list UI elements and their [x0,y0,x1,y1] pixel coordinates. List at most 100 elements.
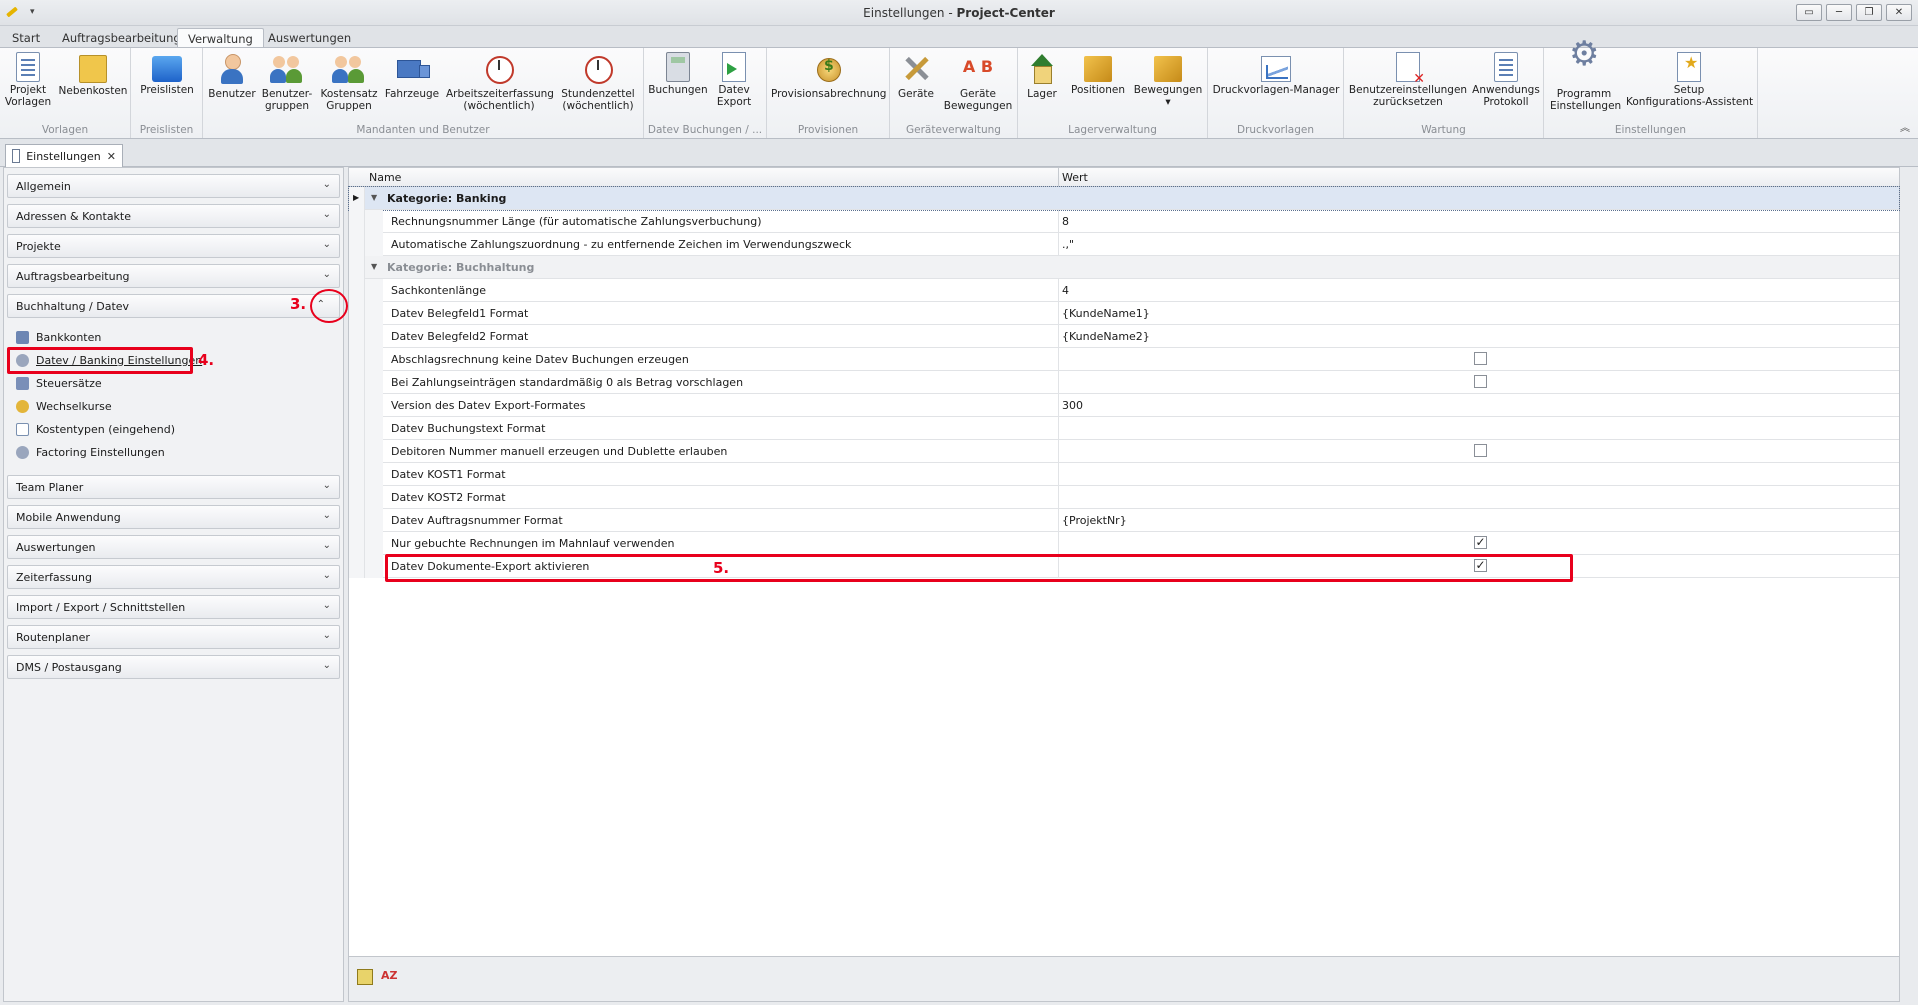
annotation-box-step-5 [385,554,1573,582]
section-allgemein[interactable]: Allgemein ⌄ [7,174,340,198]
anwendungs-protokoll-button[interactable]: Anwendungs Protokoll [1472,52,1540,108]
benutzer-button[interactable]: Benutzer [208,52,256,100]
property-value[interactable]: .," [1062,238,1074,251]
row-gutter [349,371,365,394]
property-value[interactable]: {KundeName2} [1062,330,1150,343]
ribbon-group-label: Mandanten und Benutzer [356,124,490,136]
section-auswertungen[interactable]: Auswertungen ⌄ [7,535,340,559]
close-button[interactable]: ✕ [1886,4,1912,21]
grid-property-row[interactable]: Automatische Zahlungszuordnung - zu entf… [349,233,1899,256]
geraete-button[interactable]: Geräte [894,52,938,100]
section-auftragsbearbeitung[interactable]: Auftragsbearbeitung ⌄ [7,264,340,288]
ribbon: Projekt Vorlagen Nebenkosten Vorlagen Pr… [0,47,1918,139]
tab-auftragsbearbeitung[interactable]: Auftragsbearbeitung [52,28,191,48]
collapse-category-icon[interactable]: ▼ [371,262,377,271]
property-checkbox[interactable]: ✓ [1474,536,1487,549]
alphabetical-sort-icon[interactable]: AZ [381,969,398,985]
grid-property-row[interactable]: Abschlagsrechnung keine Datev Buchungen … [349,348,1899,371]
setup-konfigurations-assistent-button[interactable]: Setup Konfigurations-Assistent [1626,52,1753,108]
property-checkbox[interactable] [1474,444,1487,457]
grid-property-row[interactable]: Nur gebuchte Rechnungen im Mahnlauf verw… [349,532,1899,555]
row-gutter: ▶ [349,187,365,210]
collapse-category-icon[interactable]: ▼ [371,193,377,202]
section-dms-postausgang[interactable]: DMS / Postausgang ⌄ [7,655,340,679]
lager-button[interactable]: Lager [1022,52,1062,100]
positionen-button[interactable]: Positionen [1068,52,1128,96]
section-adressen-kontakte[interactable]: Adressen & Kontakte ⌄ [7,204,340,228]
benutzereinstellungen-zuruecksetzen-button[interactable]: Benutzereinstellungen zurücksetzen [1348,52,1468,108]
grid-property-row[interactable]: Version des Datev Export-Formates 300 [349,394,1899,417]
property-value[interactable]: 8 [1062,215,1069,228]
druckvorlagen-manager-button[interactable]: Druckvorlagen-Manager [1212,52,1340,96]
ribbon-group-label: Druckvorlagen [1237,124,1314,136]
maximize-button[interactable]: ❐ [1856,4,1882,21]
cube-icon [1084,56,1112,82]
grid-category-row[interactable]: ▼ Kategorie: Buchhaltung [349,256,1899,279]
kostensatz-gruppen-button[interactable]: Kostensatz Gruppen [320,52,378,112]
ribbon-group-geraete: Geräte Geräte Bewegungen Geräteverwaltun… [890,48,1018,138]
section-team-planer[interactable]: Team Planer ⌄ [7,475,340,499]
column-separator [1058,233,1059,256]
document-tab-einstellungen[interactable]: Einstellungen ✕ [5,144,123,167]
stundenzettel-button[interactable]: Stundenzettel (wöchentlich) [558,52,638,112]
row-gutter [349,417,365,440]
buchungen-button[interactable]: Buchungen [648,52,708,96]
nav-kostentypen[interactable]: Kostentypen (eingehend) [16,420,175,438]
property-name: Abschlagsrechnung keine Datev Buchungen … [391,353,689,366]
property-name: Rechnungsnummer Länge (für automatische … [391,215,762,228]
restore-icon[interactable]: ▭ [1796,4,1822,21]
tab-verwaltung[interactable]: Verwaltung [177,28,264,48]
bewegungen-button[interactable]: Bewegungen ▾ [1132,52,1204,108]
property-value[interactable]: 300 [1062,399,1083,412]
tab-auswertungen[interactable]: Auswertungen [258,28,361,48]
row-indent [365,509,383,532]
nav-wechselkurse[interactable]: Wechselkurse [16,397,112,415]
categorized-view-icon[interactable] [357,969,373,985]
row-indent [365,440,383,463]
provisionsabrechnung-button[interactable]: Provisionsabrechnung [771,52,886,100]
property-value[interactable]: {ProjektNr} [1062,514,1127,527]
window-title: Einstellungen - Project-Center [863,6,1055,20]
row-gutter [349,555,365,578]
grid-property-row[interactable]: Rechnungsnummer Länge (für automatische … [349,210,1899,233]
tab-start[interactable]: Start [2,28,50,48]
section-projekte[interactable]: Projekte ⌄ [7,234,340,258]
grid-property-row[interactable]: Datev Buchungstext Format [349,417,1899,440]
section-zeiterfassung[interactable]: Zeiterfassung ⌄ [7,565,340,589]
row-gutter [349,348,365,371]
section-routenplaner[interactable]: Routenplaner ⌄ [7,625,340,649]
property-checkbox[interactable] [1474,375,1487,388]
geraete-bewegungen-button[interactable]: Geräte Bewegungen [942,52,1014,112]
grid-property-row[interactable]: Datev Belegfeld2 Format {KundeName2} [349,325,1899,348]
property-checkbox[interactable] [1474,352,1487,365]
grid-property-row[interactable]: Sachkontenlänge 4 [349,279,1899,302]
ribbon-group-druckvorlagen: Druckvorlagen-Manager Druckvorlagen [1208,48,1344,138]
section-import-export[interactable]: Import / Export / Schnittstellen ⌄ [7,595,340,619]
collapse-ribbon-icon[interactable]: ︽ [1900,119,1910,134]
section-mobile-anwendung[interactable]: Mobile Anwendung ⌄ [7,505,340,529]
nebenkosten-button[interactable]: Nebenkosten [58,52,128,97]
grid-property-row[interactable]: Datev KOST1 Format [349,463,1899,486]
grid-property-row[interactable]: Datev Belegfeld1 Format {KundeName1} [349,302,1899,325]
programm-einstellungen-button[interactable]: Programm Einstellungen [1550,48,1621,112]
preislisten-button[interactable]: Preislisten [139,52,195,96]
property-value[interactable]: 4 [1062,284,1069,297]
property-value[interactable]: {KundeName1} [1062,307,1150,320]
fahrzeuge-button[interactable]: Fahrzeuge [384,52,440,100]
minimize-button[interactable]: ─ [1826,4,1852,21]
property-name: Datev KOST2 Format [391,491,506,504]
grid-property-row[interactable]: Debitoren Nummer manuell erzeugen und Du… [349,440,1899,463]
grid-property-row[interactable]: Bei Zahlungseinträgen standardmäßig 0 al… [349,371,1899,394]
arbeitszeiterfassung-button[interactable]: Arbeitszeiterfassung (wöchentlich) [446,52,554,112]
grid-property-row[interactable]: Datev Auftragsnummer Format {ProjektNr} [349,509,1899,532]
datev-export-button[interactable]: Datev Export [712,52,756,108]
nav-factoring-einstellungen[interactable]: Factoring Einstellungen [16,443,165,461]
benutzergruppen-button[interactable]: Benutzer- gruppen [260,52,314,112]
grid-property-row[interactable]: Datev KOST2 Format [349,486,1899,509]
grid-category-row[interactable]: ▶ ▼ Kategorie: Banking [348,186,1900,211]
close-icon[interactable]: ✕ [107,150,116,163]
nav-steuersaetze[interactable]: Steuersätze [16,374,102,392]
column-header-wert: Wert [1062,171,1088,184]
projekt-vorlagen-button[interactable]: Projekt Vorlagen [2,52,54,108]
nav-bankkonten[interactable]: Bankkonten [16,328,101,346]
